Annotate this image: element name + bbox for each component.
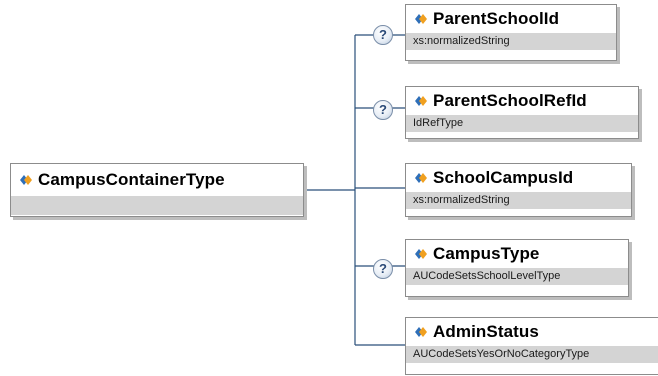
element-name: CampusType <box>433 244 540 263</box>
element-box-parentschoolid[interactable]: ParentSchoolId xs:normalizedString <box>405 4 617 61</box>
element-type: AUCodeSetsYesOrNoCategoryType <box>406 346 658 363</box>
element-icon <box>20 175 32 185</box>
element-header: ParentSchoolRefId <box>406 87 638 115</box>
root-type-box[interactable]: CampusContainerType <box>10 163 304 217</box>
element-type: xs:normalizedString <box>406 192 631 209</box>
element-type: xs:normalizedString <box>406 33 616 50</box>
element-icon <box>415 14 427 24</box>
element-icon <box>415 96 427 106</box>
element-type: AUCodeSetsSchoolLevelType <box>406 268 628 285</box>
element-type: IdRefType <box>406 115 638 132</box>
element-header: SchoolCampusId <box>406 164 631 192</box>
element-name: AdminStatus <box>433 322 539 341</box>
root-type-header: CampusContainerType <box>11 164 303 196</box>
element-name: ParentSchoolRefId <box>433 91 587 110</box>
element-box-schoolcampusid[interactable]: SchoolCampusId xs:normalizedString <box>405 163 632 217</box>
element-header: ParentSchoolId <box>406 5 616 33</box>
root-type-footer <box>11 196 303 215</box>
optional-marker-icon: ? <box>373 259 393 279</box>
element-name: SchoolCampusId <box>433 168 574 187</box>
element-icon <box>415 249 427 259</box>
element-header: AdminStatus <box>406 318 658 346</box>
optional-marker-icon: ? <box>373 100 393 120</box>
element-box-parentschoolrefid[interactable]: ParentSchoolRefId IdRefType <box>405 86 639 139</box>
element-box-campustype[interactable]: CampusType AUCodeSetsSchoolLevelType <box>405 239 629 297</box>
optional-marker-icon: ? <box>373 25 393 45</box>
element-icon <box>415 327 427 337</box>
root-type-name: CampusContainerType <box>38 170 225 189</box>
element-icon <box>415 173 427 183</box>
element-header: CampusType <box>406 240 628 268</box>
element-box-adminstatus[interactable]: AdminStatus AUCodeSetsYesOrNoCategoryTyp… <box>405 317 658 375</box>
element-name: ParentSchoolId <box>433 9 560 28</box>
